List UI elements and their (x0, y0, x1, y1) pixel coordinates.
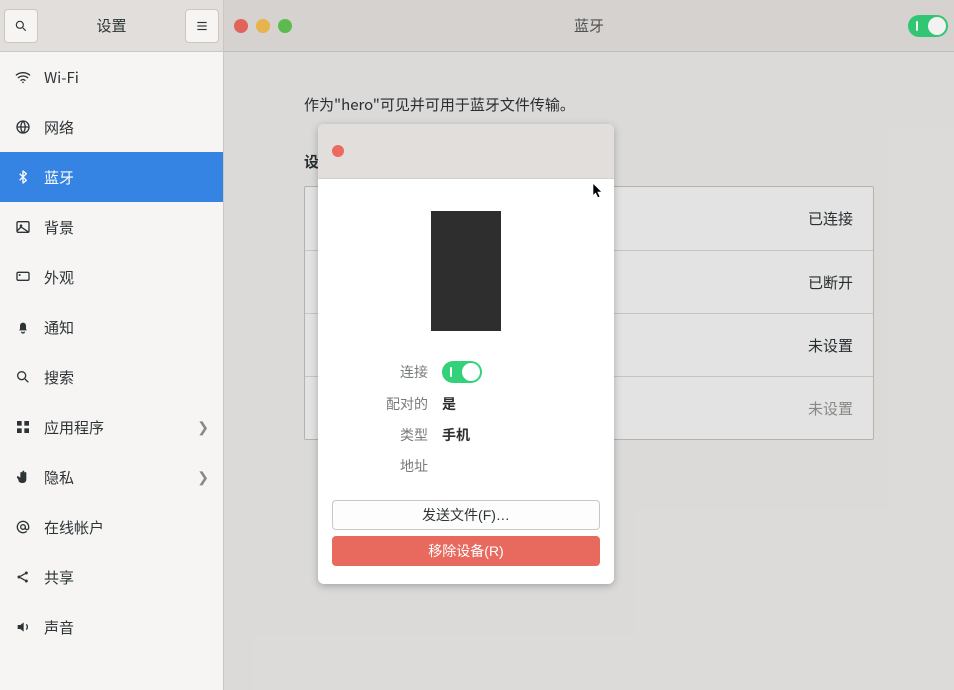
main-panel: 蓝牙 作为"hero"可见并可用于蓝牙文件传输。 设备 已连接 已断开 (224, 0, 954, 690)
sidebar-item-label: 隐私 (44, 467, 185, 488)
sidebar-item-label: 搜索 (44, 367, 209, 388)
type-label: 类型 (318, 425, 428, 445)
window-close-button[interactable] (234, 19, 248, 33)
dialog-titlebar (318, 124, 614, 179)
sidebar-nav: Wi-Fi 网络 蓝牙 背景 外观 通知 (0, 52, 223, 690)
sidebar-item-privacy[interactable]: 隐私 ❯ (0, 452, 223, 502)
sidebar-item-label: 蓝牙 (44, 167, 209, 188)
remove-device-button[interactable]: 移除设备(R) (332, 536, 600, 566)
bluetooth-icon (14, 168, 32, 186)
sidebar-item-sound[interactable]: 声音 (0, 602, 223, 652)
sidebar-item-wifi[interactable]: Wi-Fi (0, 52, 223, 102)
sidebar-item-search[interactable]: 搜索 (0, 352, 223, 402)
dialog-close-button[interactable] (332, 145, 344, 157)
search-icon (14, 368, 32, 386)
sidebar-item-notifications[interactable]: 通知 (0, 302, 223, 352)
device-status: 未设置 (808, 335, 853, 356)
menu-button[interactable] (185, 9, 219, 43)
sidebar-item-appearance[interactable]: 外观 (0, 252, 223, 302)
type-value: 手机 (442, 425, 614, 445)
device-info: 连接 配对的 是 类型 手机 地址 (318, 361, 614, 476)
chevron-right-icon: ❯ (197, 417, 209, 437)
globe-icon (14, 118, 32, 136)
sidebar-header: 设置 (0, 0, 223, 52)
device-connect-toggle[interactable] (442, 361, 482, 383)
window-minimize-button[interactable] (256, 19, 270, 33)
sidebar-item-label: 在线帐户 (44, 517, 209, 538)
apps-icon (14, 418, 32, 436)
paired-label: 配对的 (318, 394, 428, 414)
sidebar-item-label: 外观 (44, 267, 209, 288)
sidebar-item-label: Wi-Fi (44, 67, 209, 88)
address-label: 地址 (318, 456, 428, 476)
speaker-icon (14, 618, 32, 636)
sidebar-item-network[interactable]: 网络 (0, 102, 223, 152)
sidebar-item-label: 应用程序 (44, 417, 185, 438)
cursor-icon (593, 184, 603, 198)
sidebar-item-online-accounts[interactable]: 在线帐户 (0, 502, 223, 552)
sidebar-title: 设置 (38, 15, 185, 36)
page-title: 蓝牙 (224, 15, 954, 36)
connect-label: 连接 (318, 362, 428, 382)
share-icon (14, 568, 32, 586)
sidebar-item-applications[interactable]: 应用程序 ❯ (0, 402, 223, 452)
device-status: 已断开 (808, 272, 853, 293)
main-header: 蓝牙 (224, 0, 954, 52)
device-image-icon (431, 211, 501, 331)
settings-sidebar: 设置 Wi-Fi 网络 蓝牙 背景 (0, 0, 224, 690)
at-icon (14, 518, 32, 536)
paired-value: 是 (442, 394, 614, 414)
sidebar-item-sharing[interactable]: 共享 (0, 552, 223, 602)
sidebar-item-label: 通知 (44, 317, 209, 338)
wifi-icon (14, 68, 32, 86)
window-maximize-button[interactable] (278, 19, 292, 33)
send-file-button[interactable]: 发送文件(F)… (332, 500, 600, 530)
sidebar-item-bluetooth[interactable]: 蓝牙 (0, 152, 223, 202)
search-button[interactable] (4, 9, 38, 43)
bell-icon (14, 318, 32, 336)
device-status: 未设置 (808, 398, 853, 419)
bluetooth-master-toggle[interactable] (908, 15, 948, 37)
sidebar-item-background[interactable]: 背景 (0, 202, 223, 252)
sidebar-item-label: 背景 (44, 217, 209, 238)
sidebar-item-label: 声音 (44, 617, 209, 638)
device-detail-dialog: 连接 配对的 是 类型 手机 地址 发送文件(F)… 移除设备(R) (318, 124, 614, 584)
hand-icon (14, 468, 32, 486)
image-icon (14, 218, 32, 236)
chevron-right-icon: ❯ (197, 467, 209, 487)
visibility-text: 作为"hero"可见并可用于蓝牙文件传输。 (304, 94, 874, 115)
appearance-icon (14, 268, 32, 286)
window-controls (234, 19, 292, 33)
device-status: 已连接 (808, 208, 853, 229)
sidebar-item-label: 共享 (44, 567, 209, 588)
sidebar-item-label: 网络 (44, 117, 209, 138)
